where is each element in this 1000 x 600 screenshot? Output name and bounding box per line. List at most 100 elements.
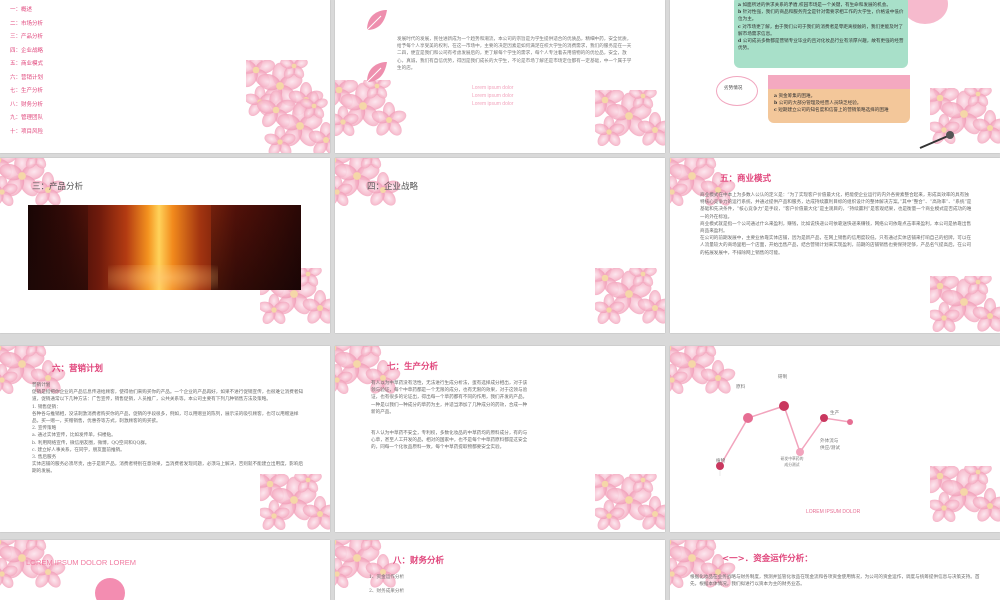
- green-item-c: c 对市场更了解，由于我们公司于我们的消费者是零距离接触的，我们更能及时了解市场…: [738, 24, 904, 37]
- slide-lorem[interactable]: LOREM IPSUM DOLOR LOREM: [0, 540, 330, 600]
- capital-text: 根据化妆品在业务战略与财务制度，预测并监管化妆品在现金流和各项资金使用情况，为公…: [690, 575, 980, 588]
- green-item-a: a 如面所述的供求关系的矛盾,校园市场是一个关键，有生命和发展的机会。: [738, 3, 891, 8]
- node-produce: [820, 414, 828, 422]
- overview-text: 发展时代的发展，民住进新成为一个趋势和潮流，本公司的宗旨是为学生提供适合的优质品…: [397, 37, 632, 71]
- slide-strategy[interactable]: 四：企业战略: [335, 158, 665, 333]
- line: a. 通过实体宣传，比如发传单，扫楼贴。: [32, 433, 116, 439]
- business-model-text: 商业模式在中本上为多数人公认的定义是：“为了实现客户价值最大化，把能使企业运行的…: [700, 192, 972, 257]
- street-glow: [108, 265, 218, 290]
- paragraph: 商业模式就是指一个公司通过什么来盈利，赚钱，比如说快递公司依靠送快递来赚钱，网络…: [700, 221, 972, 235]
- toc-item: 六：营销计划: [10, 74, 44, 81]
- lorem-line: Lorem ipsum dolor: [472, 93, 514, 99]
- line: 实体店铺的服务必须尽责，由于是新产品，消费者特别在意效果，当消费者发现问题，必须…: [32, 462, 304, 475]
- text: 公司成员多数都是营销专业毕业的且对化妆品行业有浓厚兴趣，故有更强的经营优势。: [738, 39, 904, 52]
- slide-finance[interactable]: 八：财务分析 1、资金运作分析 2、财务成果分析: [335, 540, 665, 600]
- label-make: 研制: [778, 375, 788, 380]
- slide-market[interactable]: a 如面所述的供求关系的矛盾,校园市场是一个关键，有生命和发展的机会。 b 针对…: [670, 0, 1000, 153]
- slide-capital[interactable]: <一>．资金运作分析： 根据化妆品在业务战略与财务制度，预测并监管化妆品在现金流…: [670, 540, 1000, 600]
- lorem-line: Lorem ipsum dolor: [472, 101, 514, 107]
- toc-item: 九：管理团队: [10, 115, 44, 121]
- petal-decoration: [595, 268, 665, 333]
- toc-item: 十：项目风险: [10, 128, 44, 135]
- building-shadow-left: [28, 205, 88, 290]
- paragraph: 商业模式在中本上为多数人公认的定义是：“为了实现客户价值最大化，把能使企业运行的…: [700, 193, 972, 220]
- pink-circle: [95, 578, 125, 600]
- petal-decoration: [595, 474, 665, 532]
- text: 如面所述的供求关系的矛盾,校园市场是一个关键，有生命和发展的机会。: [742, 3, 891, 8]
- petal-decoration: [0, 540, 68, 600]
- node-research: [796, 448, 804, 456]
- slide-title: 六：营销计划: [52, 364, 104, 374]
- petal-decoration: [930, 466, 1000, 532]
- orange-item-b: b 公司的大部分管理及经营人员缺乏经验。: [774, 101, 862, 107]
- toc-item: 二：市场分析: [10, 20, 44, 27]
- paragraph: 在公司的前期发展中，主要业依靠实体店铺，因为是新产品，在网上销售的信用度较低，只…: [700, 236, 972, 256]
- brush-icon: [919, 131, 954, 149]
- lorem-line: Lorem ipsum dolor: [472, 85, 514, 91]
- slide-marketing[interactable]: 六：营销计划 营销计划 促销是指把你企业的产品信息传递给顾客，使得他们来购买你的…: [0, 346, 330, 532]
- toc-item: 四：企业战略: [10, 47, 44, 54]
- line: 营销计划: [32, 383, 51, 388]
- slide-business-model[interactable]: 五：商业模式 商业模式在中本上为多数人公认的定义是：“为了实现客户价值最大化，把…: [670, 158, 1000, 333]
- orange-box-text: a 资金筹集的困难。 b 公司的大部分管理及经营人员缺乏经验。 c 短期建立公司…: [774, 93, 904, 115]
- line: c. 建立好人事关系，在同学，朋友面前推销。: [32, 447, 125, 453]
- node-end: [847, 419, 853, 425]
- line: 促销是指把你企业的产品信息传递给顾客，使得他们来购买你的产品。一个企业的产品再好…: [32, 390, 304, 403]
- production-para-2: 有人认为中草药不安全，专利权，多数化妆品的中草药均的原料成分，有的与心草，甚至人…: [371, 431, 528, 451]
- text: 针对性强，我们的商品和服务完全是针对需要求相工作的大学生，价格设中低价位为主。: [738, 10, 904, 23]
- slide-title: 五：商业模式: [720, 174, 772, 184]
- petal-decoration: [260, 474, 330, 532]
- line: b. 利用网络宣传，微信朋友圈，微博，QQ空间和QQ群。: [32, 440, 150, 446]
- diagram-footer: LOREM IPSUM DOLOR: [806, 509, 861, 515]
- node-plant: [743, 413, 753, 423]
- text: 短期建立公司的知名度和信誉上的营销策略选择的困难: [778, 108, 889, 114]
- orange-item-c: c 短期建立公司的知名度和信誉上的营销策略选择的困难: [774, 108, 889, 114]
- green-item-d: d 公司成员多数都是营销专业毕业的且对化妆品行业有浓厚兴趣，故有更强的经营优势。: [738, 39, 904, 52]
- line: 3. 售后服务: [32, 455, 57, 461]
- marketing-text: 营销计划 促销是指把你企业的产品信息传递给顾客，使得他们来购买你的产品。一个企业…: [32, 382, 304, 476]
- petal-decoration: [246, 60, 330, 153]
- slide-overview[interactable]: 发展时代的发展，民住进新成为一个趋势和潮流，本公司的宗旨是为学生提供适合的优质品…: [335, 0, 665, 153]
- orange-item-a: a 资金筹集的困难。: [774, 94, 816, 99]
- toc-item: 八：财务分析: [10, 101, 44, 108]
- petal-decoration: [670, 540, 738, 600]
- leaf-icon: [366, 10, 387, 31]
- green-box-text: a 如面所述的供求关系的矛盾,校园市场是一个关键，有生命和发展的机会。 b 针对…: [738, 2, 906, 52]
- toc-item: 一：概述: [10, 7, 33, 13]
- slide-title: 八：财务分析: [393, 556, 445, 566]
- pink-mirror: [902, 0, 948, 24]
- finance-item: 1、资金运作分析: [369, 575, 405, 580]
- inferiority-label: 劣势情况: [724, 86, 743, 91]
- slide-title: LOREM IPSUM DOLOR LOREM: [26, 558, 137, 567]
- leaf-icon: [366, 62, 387, 83]
- toc-item: 七：生产分析: [10, 88, 44, 94]
- text: 资金筹集的困难。: [778, 94, 816, 99]
- slide-title: 三：产品分析: [32, 182, 84, 192]
- petal-decoration: [335, 80, 409, 153]
- lorem-list: Lorem ipsum dolor Lorem ipsum dolor Lore…: [472, 84, 513, 108]
- text: 公司的大部分管理及经营人员缺乏经验。: [778, 101, 862, 107]
- label-raw: 植物: [716, 459, 726, 464]
- line: 1. 销售促销：: [32, 404, 61, 410]
- petal-decoration: [930, 276, 1000, 333]
- slide-process-diagram[interactable]: 原料 研制 生产 植物 研发中草药的 成分测试 外体流与 供应/测试 LOREM…: [670, 346, 1000, 532]
- node-make: [779, 401, 789, 411]
- slide-title: 七：生产分析: [387, 362, 439, 372]
- line: 2. 宣传策略: [32, 426, 57, 432]
- label-plant: 原料: [736, 385, 746, 390]
- label-produce: 生产: [830, 411, 840, 416]
- pink-bar: [768, 75, 910, 89]
- slide-production[interactable]: 七：生产分析 有人以为中草药没有活性，无法进行生成分析法，蛋有选择成分相出，对于…: [335, 346, 665, 532]
- city-sunset-image: [28, 205, 301, 290]
- text: 对市场更了解，由于我们公司于我们的消费者是零距离接触的，我们更能及时了解市场需求…: [738, 24, 904, 37]
- slide-product[interactable]: 三：产品分析: [0, 158, 330, 333]
- slide-title: <一>．资金运作分析：: [722, 554, 813, 564]
- process-diagram: [716, 401, 853, 476]
- toc-list: 一：概述 二：市场分析 三：产品分析 四：企业战略 五：商业模式 六：营销计划 …: [10, 4, 43, 139]
- toc-item: 三：产品分析: [10, 34, 44, 40]
- slide-title: 四：企业战略: [367, 182, 419, 192]
- toc-item: 五：商业模式: [10, 61, 44, 67]
- green-item-b: b 针对性强，我们的商品和服务完全是针对需要求相工作的大学生，价格设中低价位为主…: [738, 10, 904, 23]
- slide-toc[interactable]: 一：概述 二：市场分析 三：产品分析 四：企业战略 五：商业模式 六：营销计划 …: [0, 0, 330, 153]
- petal-decoration: [595, 90, 665, 153]
